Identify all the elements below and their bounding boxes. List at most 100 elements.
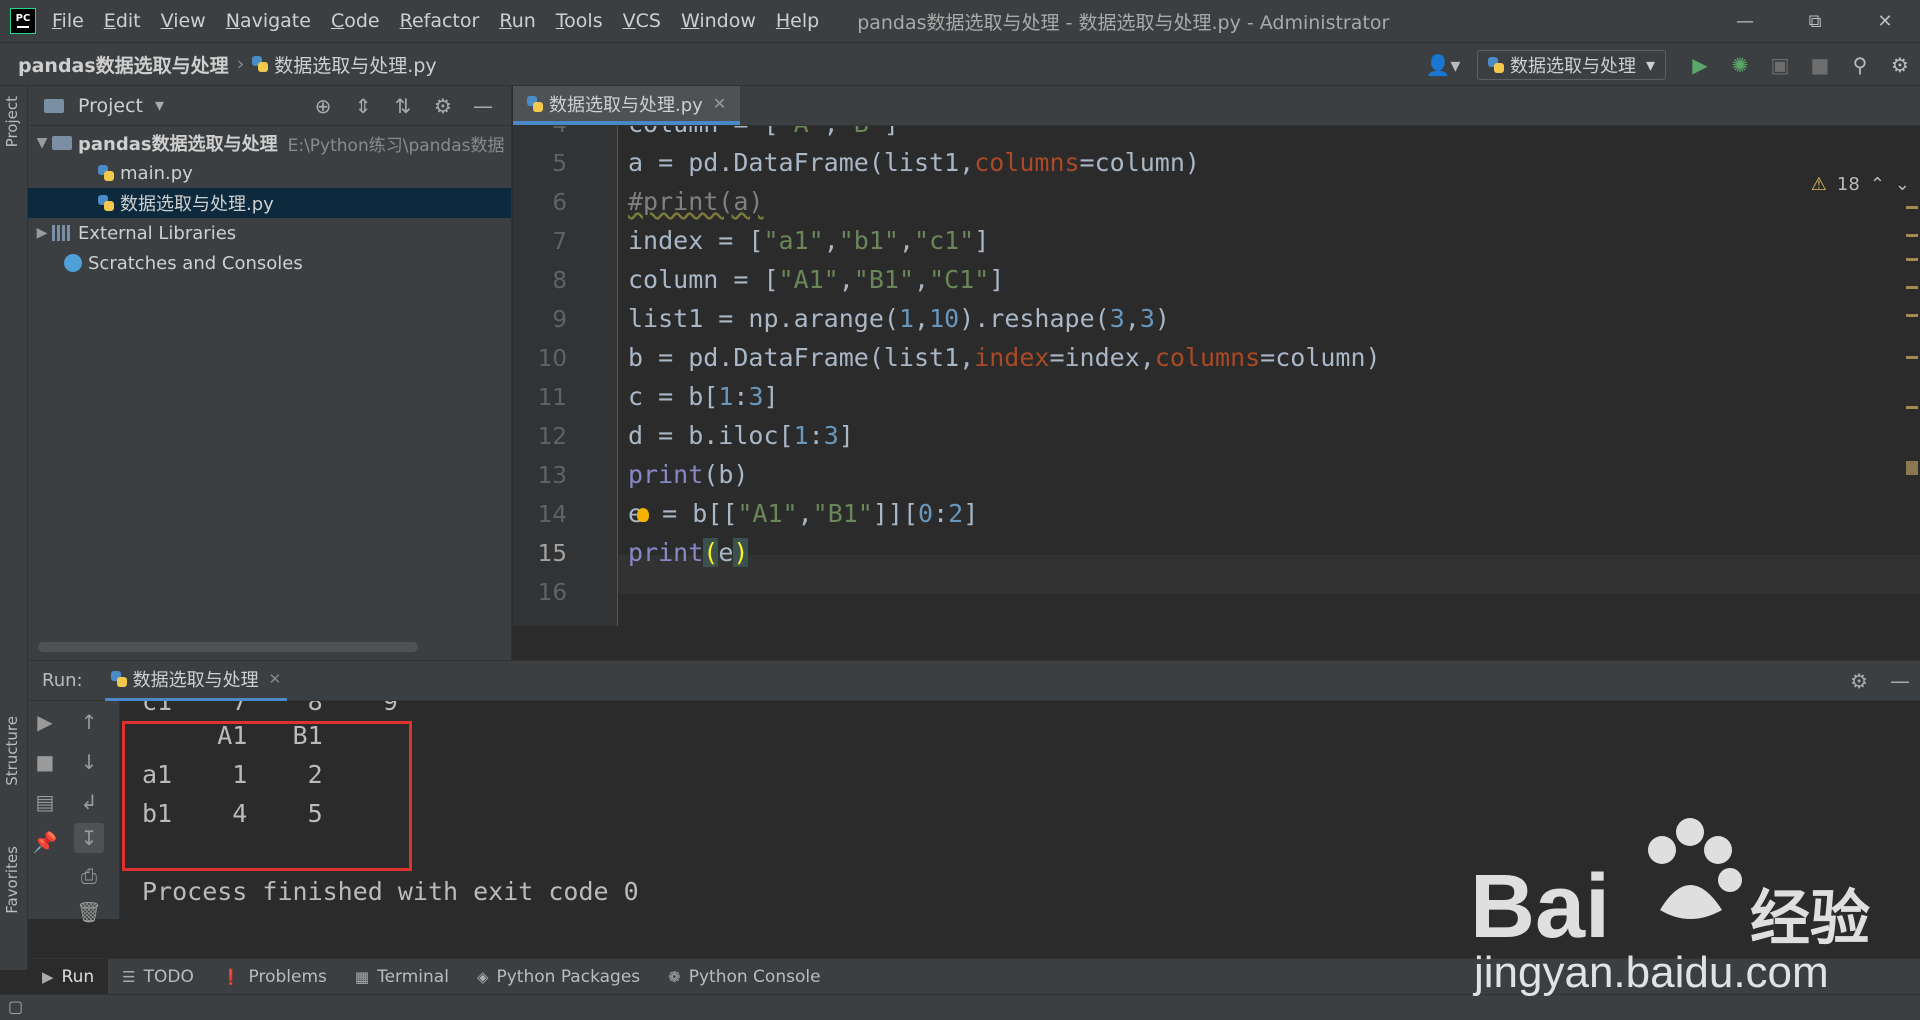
project-tool-tab[interactable]: Project [3,96,21,147]
collapse-all-icon[interactable]: ⇅ [383,94,423,118]
close-tab-icon[interactable]: ✕ [713,94,726,113]
tree-item-scratches[interactable]: Scratches and Consoles [28,248,511,278]
tool-tab-todo[interactable]: ☰ TODO [108,959,208,995]
menu-edit[interactable]: Edit [104,10,141,32]
warning-mark[interactable] [1906,206,1918,209]
hide-panel-icon[interactable]: — [463,94,503,118]
warning-mark[interactable] [1906,356,1918,359]
code-area[interactable]: 4 5 6 7 8 9 10 11 12 13 14 15 16 column … [513,126,1920,626]
breadcrumb-project[interactable]: pandas数据选取与处理 [18,51,229,78]
run-configuration-select[interactable]: 数据选取与处理 ▾ [1476,50,1666,80]
chevron-down-icon[interactable]: ⌄ [1895,174,1910,195]
tree-item-external-libraries[interactable]: ▶ External Libraries [28,218,511,248]
breadcrumb-file[interactable]: 数据选取与处理.py [252,51,437,78]
menu-window[interactable]: Window [681,10,756,32]
code-line-13: print(b) [628,460,749,489]
menu-tools[interactable]: Tools [556,10,603,32]
project-panel-header: Project ▾ ⊕ ⇕ ⇅ ⚙ — [28,86,511,126]
lightbulb-icon[interactable] [637,508,650,522]
menu-refactor[interactable]: Refactor [400,10,480,32]
coverage-icon[interactable]: ▣ [1760,43,1800,87]
locate-icon[interactable]: ⊕ [303,94,343,118]
python-icon [1487,57,1504,73]
arrow-down-icon[interactable]: ↓ [74,747,104,777]
run-label: Run: [42,670,83,691]
chevron-down-icon[interactable]: ▾ [155,95,164,116]
line-number: 12 [537,424,567,450]
warning-mark[interactable] [1906,258,1918,261]
project-view-selector[interactable]: Project [78,95,143,117]
arrow-up-icon[interactable]: ↑ [74,707,104,737]
tree-item-label: 数据选取与处理.py [120,194,274,215]
warning-mark[interactable] [1906,314,1918,317]
hide-panel-icon[interactable]: — [1890,669,1910,693]
stop-icon[interactable]: ■ [30,747,60,777]
project-view-icon [44,98,64,113]
soft-wrap-icon[interactable]: ↲ [74,787,104,817]
run-icon[interactable]: ▶ [1680,43,1720,87]
tool-tab-run[interactable]: ▶ Run [28,958,109,995]
scroll-thumb[interactable] [1906,461,1918,475]
menu-navigate[interactable]: Navigate [226,10,311,32]
trash-icon[interactable]: 🗑 [74,897,104,927]
scroll-to-end-icon[interactable]: ↧ [74,823,104,853]
menu-view[interactable]: View [161,10,206,32]
tool-tab-label: Python Packages [496,966,641,987]
print-icon[interactable]: ⎙ [74,861,104,891]
python-file-icon [527,95,543,112]
error-stripe[interactable] [1904,206,1920,626]
tree-item-label: main.py [120,162,193,184]
minimize-icon[interactable]: — [1710,0,1780,42]
pycharm-logo-icon: PC [10,8,36,34]
gear-icon[interactable]: ⚙ [423,94,463,118]
settings-gear-icon[interactable]: ⚙ [1880,43,1920,87]
debug-icon[interactable]: ✺ [1720,43,1760,87]
stop-icon[interactable]: ■ [1800,43,1840,87]
menu-help[interactable]: Help [776,10,819,32]
library-icon [52,225,72,241]
chevron-up-icon[interactable]: ⌃ [1870,174,1885,195]
menu-code[interactable]: Code [331,10,380,32]
breadcrumb-file-label: 数据选取与处理.py [274,54,437,77]
warning-icon: ⚠ [1810,174,1827,195]
favorites-tool-tab[interactable]: Favorites [3,846,21,914]
gear-icon[interactable]: ⚙ [1850,669,1868,693]
warning-mark[interactable] [1906,234,1918,237]
menu-vcs[interactable]: VCS [623,10,661,32]
close-window-icon[interactable]: ✕ [1850,0,1920,42]
layout-icon[interactable]: ▤ [30,787,60,817]
tool-tab-problems[interactable]: ❗ Problems [208,959,341,995]
inspection-widget[interactable]: ⚠ 18 ⌃ ⌄ [1811,174,1910,195]
run-configuration-label: 数据选取与处理 [1509,56,1636,77]
toggle-tool-windows-icon[interactable]: ▢ [8,997,23,1016]
line-number: 5 [552,151,567,177]
warning-mark[interactable] [1906,286,1918,289]
tool-tab-python-packages[interactable]: ◈ Python Packages [463,959,654,995]
expand-all-icon[interactable]: ⇕ [343,94,383,118]
user-icon[interactable]: 👤▾ [1423,43,1463,87]
tree-item-main-py[interactable]: main.py [28,158,511,188]
info-icon: ❗ [221,967,241,986]
warning-mark[interactable] [1906,406,1918,409]
menu-run[interactable]: Run [499,10,535,32]
structure-tool-tab[interactable]: Structure [3,716,21,786]
chevron-right-icon[interactable]: ▶ [32,225,52,241]
restore-icon[interactable]: ⧉ [1780,0,1850,42]
tool-tab-python-console[interactable]: ❁ Python Console [654,959,834,995]
tree-item-label: External Libraries [78,222,237,244]
run-panel-header: Run: 数据选取与处理 ✕ ⚙ — [28,661,1920,701]
run-tab[interactable]: 数据选取与处理 ✕ [104,661,288,701]
chevron-down-icon[interactable]: ▼ [32,135,52,151]
rerun-icon[interactable]: ▶ [30,707,60,737]
navigation-bar: pandas数据选取与处理 › 数据选取与处理.py 👤▾ 数据选取与处理 ▾ … [0,42,1920,86]
menu-file[interactable]: File [52,10,84,32]
tree-item-selected-file[interactable]: 数据选取与处理.py [28,188,511,218]
tool-tab-terminal[interactable]: ▦ Terminal [341,959,463,995]
horizontal-scrollbar[interactable] [38,642,418,652]
editor-tab-file[interactable]: 数据选取与处理.py ✕ [513,86,741,125]
tree-item-project-root[interactable]: ▼ pandas数据选取与处理 E:\Python练习\pandas数据 [28,128,511,158]
pin-icon[interactable]: 📌 [30,827,60,857]
project-root-path: E:\Python练习\pandas数据 [287,135,505,156]
search-icon[interactable]: ⚲ [1840,43,1880,87]
close-tab-icon[interactable]: ✕ [269,670,282,688]
